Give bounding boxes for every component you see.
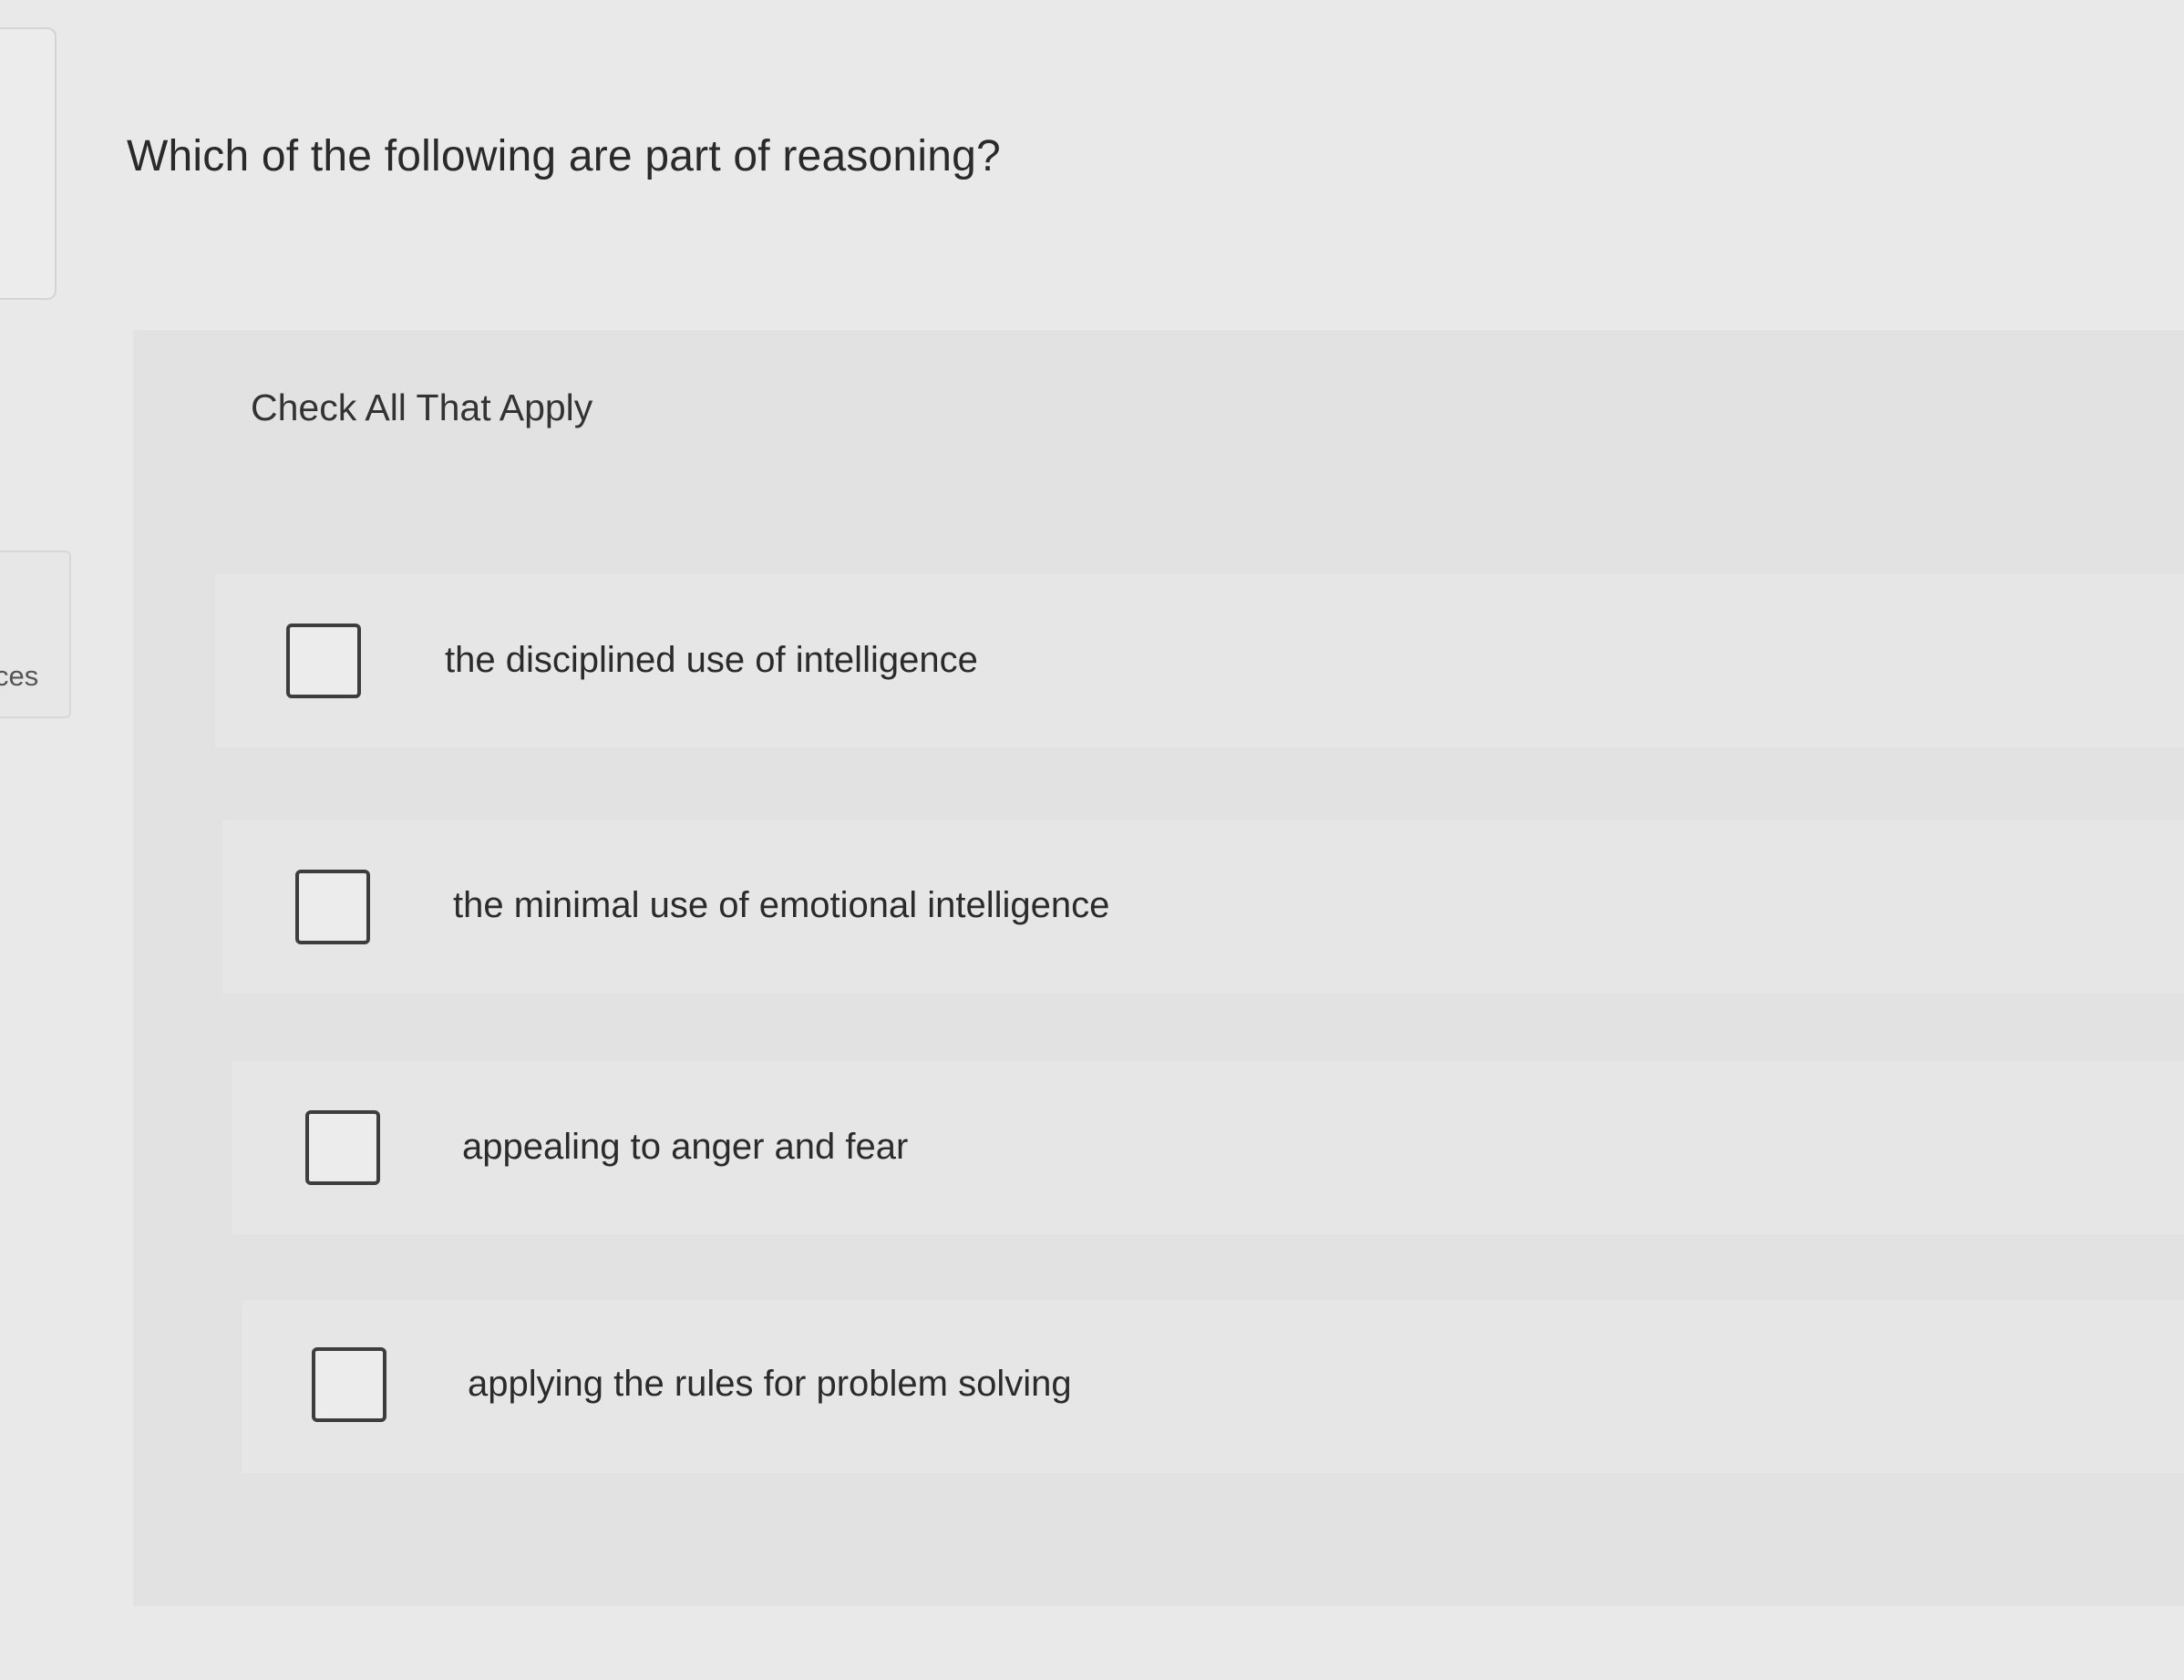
option-checkbox-2[interactable] xyxy=(295,870,370,944)
side-nav-item[interactable] xyxy=(0,551,71,718)
side-panel xyxy=(0,27,57,300)
question-text: Which of the following are part of reaso… xyxy=(127,132,1001,180)
option-checkbox-3[interactable] xyxy=(305,1110,380,1185)
option-label-4[interactable]: applying the rules for problem solving xyxy=(468,1364,1072,1405)
side-nav-label: ces xyxy=(0,660,39,692)
option-checkbox-1[interactable] xyxy=(286,624,361,698)
option-label-3[interactable]: appealing to anger and fear xyxy=(462,1127,908,1168)
instruction-text: Check All That Apply xyxy=(251,387,593,428)
option-label-1[interactable]: the disciplined use of intelligence xyxy=(445,640,978,681)
option-label-2[interactable]: the minimal use of emotional intelligenc… xyxy=(453,885,1109,926)
option-checkbox-4[interactable] xyxy=(312,1347,386,1422)
